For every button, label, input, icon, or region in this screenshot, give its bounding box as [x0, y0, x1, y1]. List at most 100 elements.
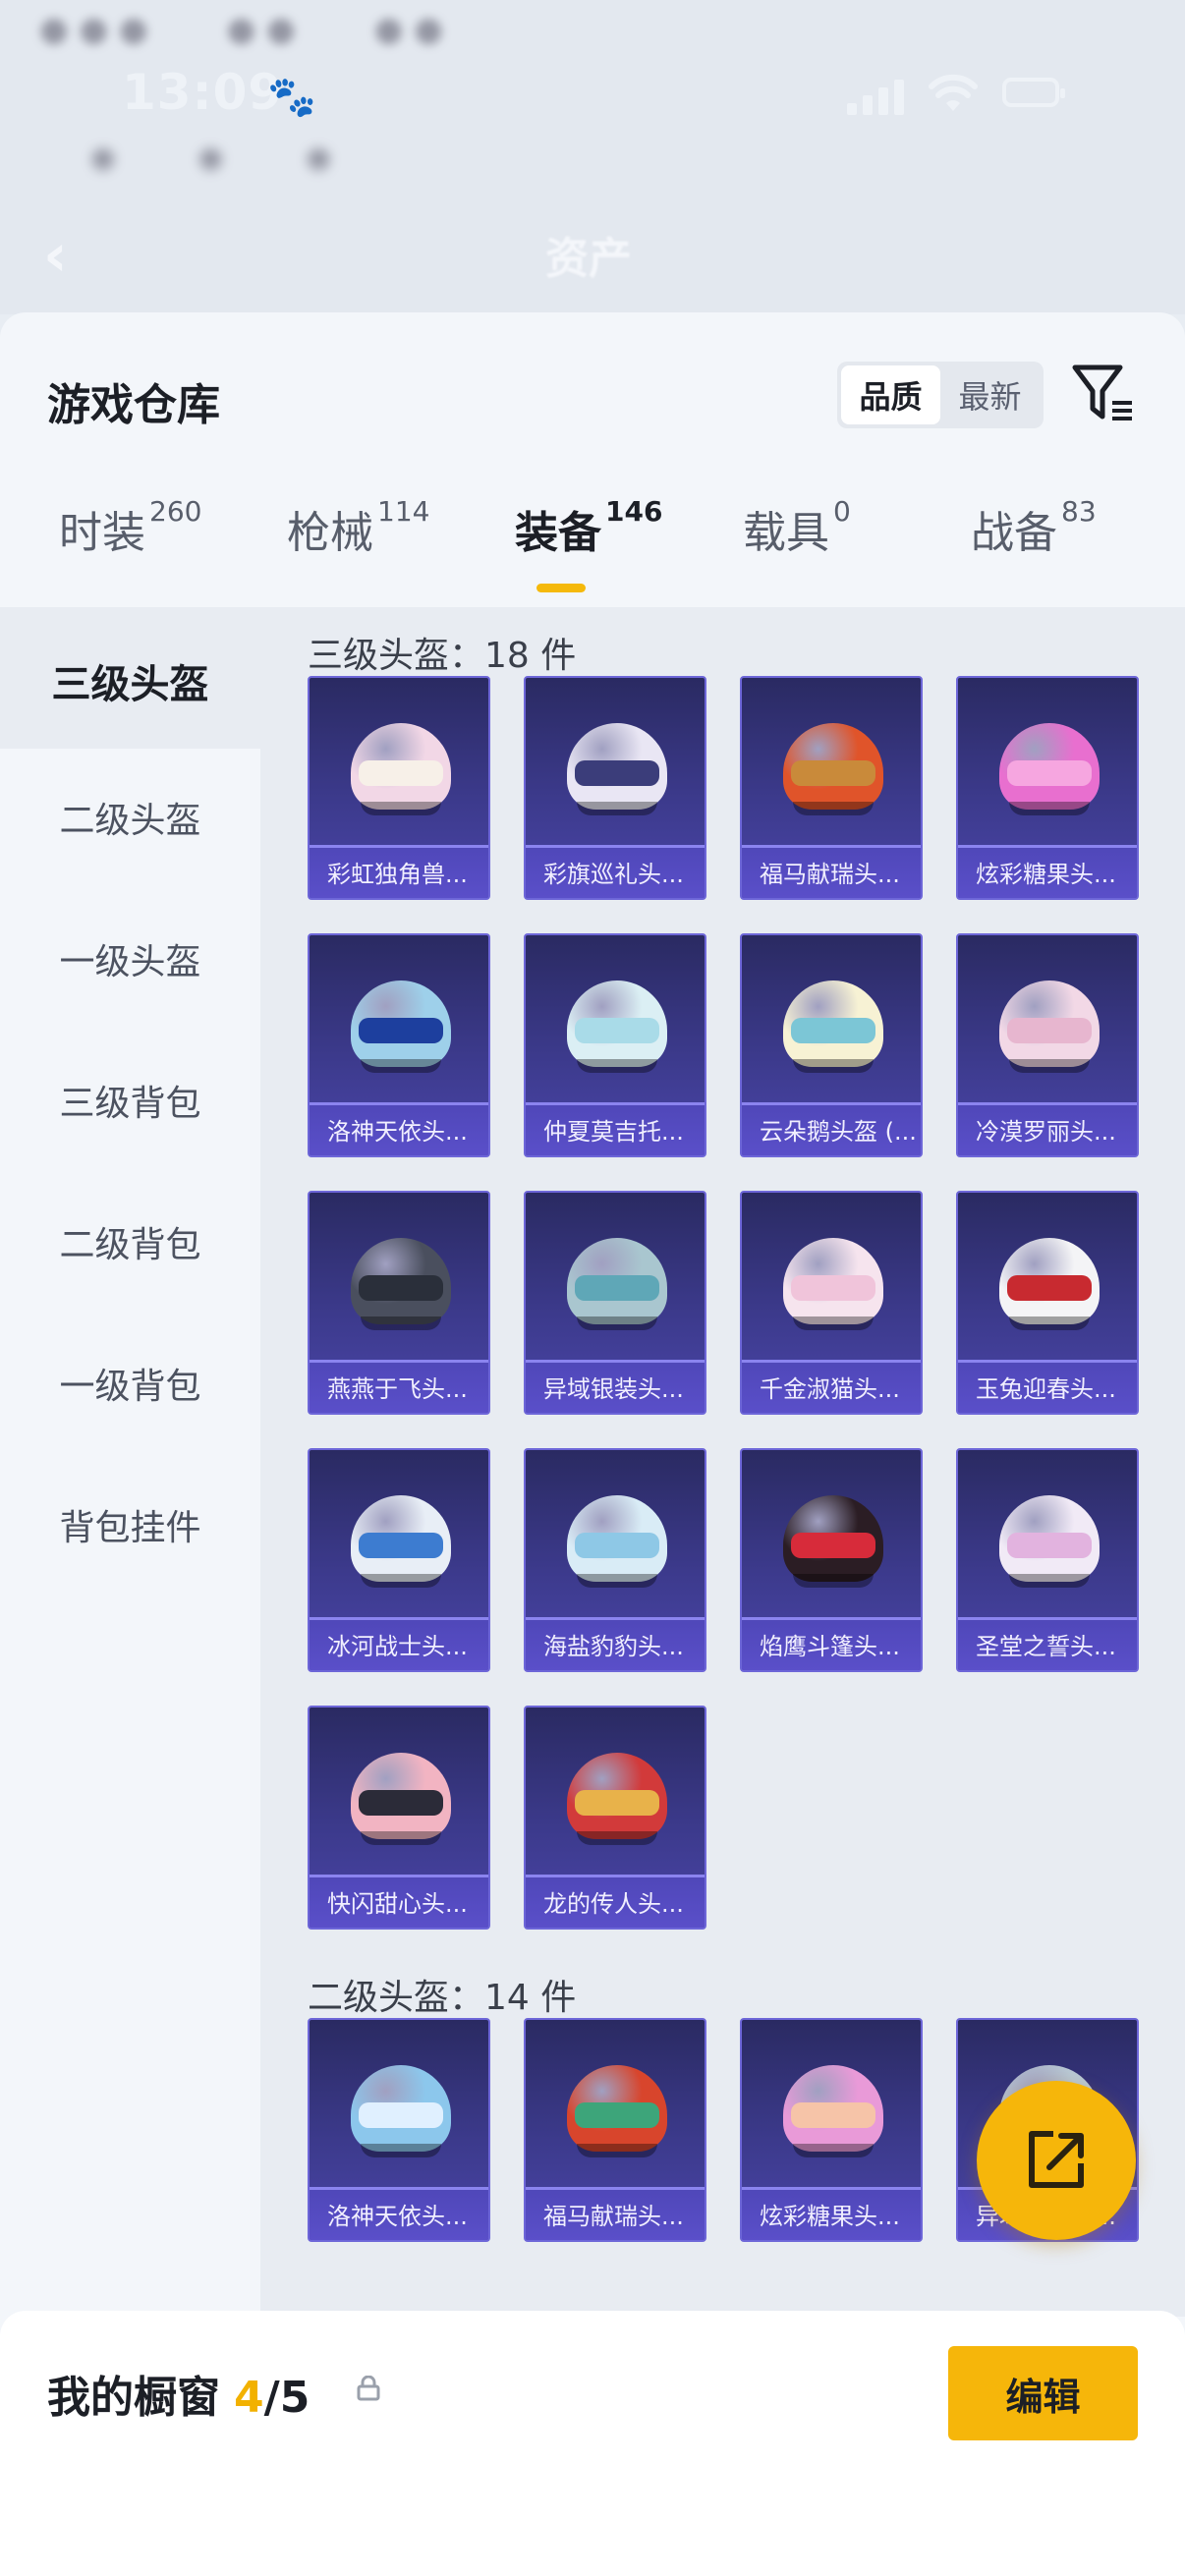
item-card[interactable]: 焰鹰斗篷头...	[740, 1448, 923, 1672]
item-card[interactable]: 洛神天依头...	[308, 933, 490, 1157]
item-name: 福马献瑞头...	[742, 845, 921, 898]
nav-bar: ‹ 资产	[0, 211, 1185, 290]
sidebar-item-helmet-l3[interactable]: 三级头盔	[0, 652, 260, 709]
tab-label: 载具	[743, 508, 829, 558]
helmet-image	[995, 1489, 1103, 1597]
helmet-visor	[575, 1275, 659, 1301]
item-card[interactable]: 彩旗巡礼头...	[524, 676, 706, 900]
helmet-image	[779, 717, 887, 825]
helmet-image	[563, 717, 671, 825]
helmet-visor	[1007, 1533, 1092, 1558]
helmet-image	[347, 975, 455, 1083]
tab-vehicles[interactable]: 载具 0	[743, 495, 851, 560]
item-card[interactable]: 炫彩糖果头...	[740, 2018, 923, 2242]
sidebar-item-backpack-l3[interactable]: 三级背包	[0, 1075, 260, 1126]
helmet-shadow	[577, 1831, 657, 1845]
tab-label: 战备	[971, 508, 1057, 558]
item-card[interactable]: 龙的传人头...	[524, 1706, 706, 1930]
item-card[interactable]: 异域银装头...	[524, 1191, 706, 1415]
item-card[interactable]: 海盐豹豹头...	[524, 1448, 706, 1672]
tab-equipment[interactable]: 装备 146	[515, 495, 662, 560]
item-card[interactable]: 云朵鹅头盔 (...	[740, 933, 923, 1157]
helmet-shadow	[793, 1059, 874, 1073]
helmet-image	[347, 2059, 455, 2167]
item-card[interactable]: 冷漠罗丽头...	[956, 933, 1139, 1157]
item-name: 洛神天依头...	[310, 1102, 488, 1155]
item-card[interactable]: 玉兔迎春头...	[956, 1191, 1139, 1415]
paw-icon: 🐾	[267, 75, 316, 120]
helmet-image	[347, 1489, 455, 1597]
helmet-shadow	[361, 802, 441, 815]
item-name: 福马献瑞头...	[526, 2187, 705, 2240]
sort-toggle: 品质 最新	[837, 362, 1044, 428]
helmet-shadow	[361, 1574, 441, 1588]
tab-count: 0	[833, 495, 851, 528]
item-card[interactable]: 圣堂之誓头...	[956, 1448, 1139, 1672]
sort-option-quality[interactable]: 品质	[841, 365, 940, 424]
tab-supplies[interactable]: 战备 83	[971, 495, 1097, 560]
sidebar-item-helmet-l2[interactable]: 二级头盔	[0, 792, 260, 843]
helmet-image	[995, 975, 1103, 1083]
share-button[interactable]	[977, 2081, 1136, 2240]
background-header-blur: ● ● ● ● ● ● ● ◉ ◉ ◉ 13:09 🐾 ‹ 资产	[0, 0, 1185, 314]
tab-label: 时装	[59, 508, 145, 558]
helmet-image	[779, 2059, 887, 2167]
item-card[interactable]: 仲夏莫吉托...	[524, 933, 706, 1157]
subcategory-sidebar: 三级头盔 二级头盔 一级头盔 三级背包 二级背包 一级背包 背包挂件	[0, 607, 260, 2317]
showcase-title: 我的橱窗 4 /5	[47, 2362, 310, 2425]
item-name: 云朵鹅头盔 (...	[742, 1102, 921, 1155]
helmet-visor	[575, 2102, 659, 2128]
filter-icon[interactable]	[1071, 362, 1136, 426]
tab-label: 枪械	[287, 508, 373, 558]
edit-button[interactable]: 编辑	[948, 2346, 1138, 2440]
helmet-image	[995, 717, 1103, 825]
helmet-shadow	[577, 1059, 657, 1073]
helmet-shadow	[361, 1316, 441, 1330]
sidebar-item-backpack-charm[interactable]: 背包挂件	[0, 1499, 260, 1550]
tab-guns[interactable]: 枪械 114	[287, 495, 429, 560]
item-card[interactable]: 燕燕于飞头...	[308, 1191, 490, 1415]
helmet-shadow	[361, 1831, 441, 1845]
item-card[interactable]: 彩虹独角兽...	[308, 676, 490, 900]
helmet-image	[563, 975, 671, 1083]
helmet-visor	[359, 760, 443, 786]
sort-option-newest[interactable]: 最新	[940, 365, 1040, 424]
helmet-image	[779, 1232, 887, 1340]
item-card[interactable]: 千金淑猫头...	[740, 1191, 923, 1415]
item-card[interactable]: 快闪甜心头...	[308, 1706, 490, 1930]
helmet-shadow	[361, 1059, 441, 1073]
sidebar-item-backpack-l2[interactable]: 二级背包	[0, 1216, 260, 1267]
helmet-visor	[791, 1533, 875, 1558]
item-name: 仲夏莫吉托...	[526, 1102, 705, 1155]
sidebar-item-helmet-l1[interactable]: 一级头盔	[0, 933, 260, 984]
blurred-row: ◉ ◉ ◉	[88, 138, 334, 177]
category-tabs: 时装 260 枪械 114 装备 146 载具 0 战备 83	[0, 495, 1185, 605]
helmet-visor	[359, 1790, 443, 1816]
helmet-shadow	[793, 802, 874, 815]
item-card[interactable]: 福马献瑞头...	[740, 676, 923, 900]
helmet-visor	[575, 1533, 659, 1558]
item-card[interactable]: 福马献瑞头...	[524, 2018, 706, 2242]
helmet-image	[563, 2059, 671, 2167]
item-card[interactable]: 炫彩糖果头...	[956, 676, 1139, 900]
back-chevron-icon[interactable]: ‹	[43, 221, 68, 290]
sidebar-item-backpack-l1[interactable]: 一级背包	[0, 1358, 260, 1409]
helmet-shadow	[577, 1574, 657, 1588]
helmet-visor	[1007, 1018, 1092, 1043]
item-name: 千金淑猫头...	[742, 1360, 921, 1413]
item-name: 冰河战士头...	[310, 1617, 488, 1670]
item-name: 炫彩糖果头...	[958, 845, 1137, 898]
section-title: 三级头盔：18 件	[308, 636, 577, 676]
item-name: 玉兔迎春头...	[958, 1360, 1137, 1413]
item-card[interactable]: 冰河战士头...	[308, 1448, 490, 1672]
helmet-shadow	[793, 1574, 874, 1588]
helmet-visor	[359, 1018, 443, 1043]
blurred-row: ● ● ● ● ● ● ●	[39, 10, 443, 49]
item-card[interactable]: 洛神天依头...	[308, 2018, 490, 2242]
item-name: 彩虹独角兽...	[310, 845, 488, 898]
helmet-visor	[359, 1533, 443, 1558]
helmet-shadow	[793, 1316, 874, 1330]
item-name: 快闪甜心头...	[310, 1875, 488, 1928]
tab-fashion[interactable]: 时装 260	[59, 495, 201, 560]
showcase-count: 4	[234, 2373, 264, 2423]
